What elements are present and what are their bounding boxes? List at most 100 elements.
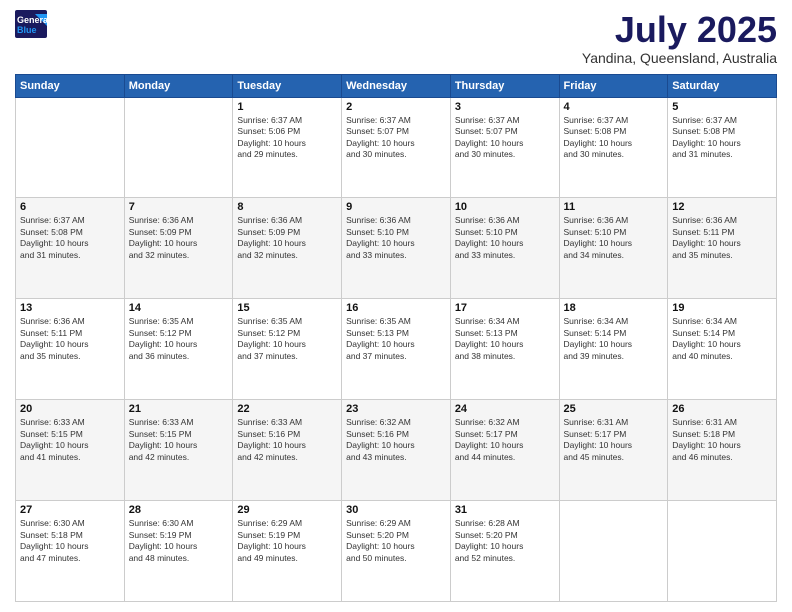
calendar-body: 1 Sunrise: 6:37 AM Sunset: 5:06 PM Daylig… xyxy=(16,97,777,601)
table-row: 1 Sunrise: 6:37 AM Sunset: 5:06 PM Daylig… xyxy=(233,97,342,198)
calendar-table: Sunday Monday Tuesday Wednesday Thursday… xyxy=(15,74,777,602)
table-row: 4 Sunrise: 6:37 AM Sunset: 5:08 PM Daylig… xyxy=(559,97,668,198)
day-content: Sunrise: 6:28 AM Sunset: 5:20 PM Dayligh… xyxy=(455,518,555,564)
day-content: Sunrise: 6:35 AM Sunset: 5:13 PM Dayligh… xyxy=(346,316,446,362)
day-content: Sunrise: 6:36 AM Sunset: 5:11 PM Dayligh… xyxy=(672,215,772,261)
day-number: 29 xyxy=(237,504,337,516)
col-monday: Monday xyxy=(124,74,233,97)
table-row: 5 Sunrise: 6:37 AM Sunset: 5:08 PM Daylig… xyxy=(668,97,777,198)
table-row: 18 Sunrise: 6:34 AM Sunset: 5:14 PM Dayli… xyxy=(559,299,668,400)
day-content: Sunrise: 6:36 AM Sunset: 5:09 PM Dayligh… xyxy=(237,215,337,261)
table-row: 13 Sunrise: 6:36 AM Sunset: 5:11 PM Dayli… xyxy=(16,299,125,400)
location-subtitle: Yandina, Queensland, Australia xyxy=(582,50,777,66)
table-row: 30Sunrise: 6:29 AM Sunset: 5:20 PM Dayli… xyxy=(342,501,451,602)
day-content: Sunrise: 6:36 AM Sunset: 5:10 PM Dayligh… xyxy=(564,215,664,261)
day-content: Sunrise: 6:37 AM Sunset: 5:08 PM Dayligh… xyxy=(20,215,120,261)
day-content: Sunrise: 6:35 AM Sunset: 5:12 PM Dayligh… xyxy=(129,316,229,362)
table-row: 25 Sunrise: 6:31 AM Sunset: 5:17 PM Dayli… xyxy=(559,400,668,501)
day-number: 25 xyxy=(564,403,664,415)
table-row: 8 Sunrise: 6:36 AM Sunset: 5:09 PM Daylig… xyxy=(233,198,342,299)
day-content: Sunrise: 6:36 AM Sunset: 5:10 PM Dayligh… xyxy=(346,215,446,261)
day-content: Sunrise: 6:36 AM Sunset: 5:11 PM Dayligh… xyxy=(20,316,120,362)
svg-text:General: General xyxy=(17,15,47,25)
table-row: 23 Sunrise: 6:32 AM Sunset: 5:16 PM Dayli… xyxy=(342,400,451,501)
table-row: 9 Sunrise: 6:36 AM Sunset: 5:10 PM Daylig… xyxy=(342,198,451,299)
table-row: 10Sunrise: 6:36 AM Sunset: 5:10 PM Dayli… xyxy=(450,198,559,299)
day-content: Sunrise: 6:37 AM Sunset: 5:08 PM Dayligh… xyxy=(564,115,664,161)
month-title: July 2025 xyxy=(582,10,777,50)
day-number: 18 xyxy=(564,302,664,314)
table-row: 27Sunrise: 6:30 AM Sunset: 5:18 PM Dayli… xyxy=(16,501,125,602)
day-content: Sunrise: 6:37 AM Sunset: 5:06 PM Dayligh… xyxy=(237,115,337,161)
calendar-week-row: 27Sunrise: 6:30 AM Sunset: 5:18 PM Dayli… xyxy=(16,501,777,602)
day-content: Sunrise: 6:31 AM Sunset: 5:17 PM Dayligh… xyxy=(564,417,664,463)
table-row: 31 Sunrise: 6:28 AM Sunset: 5:20 PM Dayli… xyxy=(450,501,559,602)
day-content: Sunrise: 6:32 AM Sunset: 5:16 PM Dayligh… xyxy=(346,417,446,463)
day-number: 3 xyxy=(455,101,555,113)
table-row xyxy=(124,97,233,198)
table-row: 21 Sunrise: 6:33 AM Sunset: 5:15 PM Dayli… xyxy=(124,400,233,501)
day-number: 24 xyxy=(455,403,555,415)
calendar-week-row: 6Sunrise: 6:37 AM Sunset: 5:08 PM Daylig… xyxy=(16,198,777,299)
calendar-week-row: 20 Sunrise: 6:33 AM Sunset: 5:15 PM Dayli… xyxy=(16,400,777,501)
logo: General Blue xyxy=(15,10,47,38)
day-number: 1 xyxy=(237,101,337,113)
col-tuesday: Tuesday xyxy=(233,74,342,97)
day-number: 4 xyxy=(564,101,664,113)
table-row: 22 Sunrise: 6:33 AM Sunset: 5:16 PM Dayli… xyxy=(233,400,342,501)
table-row xyxy=(668,501,777,602)
table-row: 29 Sunrise: 6:29 AM Sunset: 5:19 PM Dayli… xyxy=(233,501,342,602)
day-content: Sunrise: 6:30 AM Sunset: 5:18 PM Dayligh… xyxy=(20,518,120,564)
table-row: 7Sunrise: 6:36 AM Sunset: 5:09 PM Daylig… xyxy=(124,198,233,299)
day-content: Sunrise: 6:34 AM Sunset: 5:14 PM Dayligh… xyxy=(564,316,664,362)
calendar-week-row: 1 Sunrise: 6:37 AM Sunset: 5:06 PM Daylig… xyxy=(16,97,777,198)
table-row: 26 Sunrise: 6:31 AM Sunset: 5:18 PM Dayli… xyxy=(668,400,777,501)
day-content: Sunrise: 6:33 AM Sunset: 5:15 PM Dayligh… xyxy=(129,417,229,463)
table-row: 14 Sunrise: 6:35 AM Sunset: 5:12 PM Dayli… xyxy=(124,299,233,400)
day-number: 8 xyxy=(237,201,337,213)
day-content: Sunrise: 6:33 AM Sunset: 5:16 PM Dayligh… xyxy=(237,417,337,463)
day-number: 30 xyxy=(346,504,446,516)
table-row: 17Sunrise: 6:34 AM Sunset: 5:13 PM Dayli… xyxy=(450,299,559,400)
table-row: 12 Sunrise: 6:36 AM Sunset: 5:11 PM Dayli… xyxy=(668,198,777,299)
table-row: 19Sunrise: 6:34 AM Sunset: 5:14 PM Dayli… xyxy=(668,299,777,400)
day-number: 5 xyxy=(672,101,772,113)
day-number: 7 xyxy=(129,201,229,213)
day-number: 23 xyxy=(346,403,446,415)
day-number: 28 xyxy=(129,504,229,516)
day-number: 11 xyxy=(564,201,664,213)
day-content: Sunrise: 6:32 AM Sunset: 5:17 PM Dayligh… xyxy=(455,417,555,463)
table-row: 15 Sunrise: 6:35 AM Sunset: 5:12 PM Dayli… xyxy=(233,299,342,400)
table-row: 6Sunrise: 6:37 AM Sunset: 5:08 PM Daylig… xyxy=(16,198,125,299)
day-number: 17 xyxy=(455,302,555,314)
table-row xyxy=(16,97,125,198)
day-number: 22 xyxy=(237,403,337,415)
table-row xyxy=(559,501,668,602)
day-number: 10 xyxy=(455,201,555,213)
day-number: 14 xyxy=(129,302,229,314)
day-content: Sunrise: 6:31 AM Sunset: 5:18 PM Dayligh… xyxy=(672,417,772,463)
day-content: Sunrise: 6:37 AM Sunset: 5:08 PM Dayligh… xyxy=(672,115,772,161)
day-content: Sunrise: 6:35 AM Sunset: 5:12 PM Dayligh… xyxy=(237,316,337,362)
calendar-header-row: Sunday Monday Tuesday Wednesday Thursday… xyxy=(16,74,777,97)
day-content: Sunrise: 6:37 AM Sunset: 5:07 PM Dayligh… xyxy=(346,115,446,161)
day-content: Sunrise: 6:29 AM Sunset: 5:19 PM Dayligh… xyxy=(237,518,337,564)
header: General Blue July 2025 Yandina, Queensla… xyxy=(15,10,777,66)
day-number: 15 xyxy=(237,302,337,314)
col-saturday: Saturday xyxy=(668,74,777,97)
table-row: 2 Sunrise: 6:37 AM Sunset: 5:07 PM Daylig… xyxy=(342,97,451,198)
day-number: 9 xyxy=(346,201,446,213)
day-number: 16 xyxy=(346,302,446,314)
day-number: 31 xyxy=(455,504,555,516)
day-content: Sunrise: 6:34 AM Sunset: 5:14 PM Dayligh… xyxy=(672,316,772,362)
day-number: 21 xyxy=(129,403,229,415)
day-content: Sunrise: 6:37 AM Sunset: 5:07 PM Dayligh… xyxy=(455,115,555,161)
day-number: 13 xyxy=(20,302,120,314)
day-number: 12 xyxy=(672,201,772,213)
day-number: 2 xyxy=(346,101,446,113)
day-number: 26 xyxy=(672,403,772,415)
day-content: Sunrise: 6:30 AM Sunset: 5:19 PM Dayligh… xyxy=(129,518,229,564)
logo-icon: General Blue xyxy=(15,10,47,38)
table-row: 16 Sunrise: 6:35 AM Sunset: 5:13 PM Dayli… xyxy=(342,299,451,400)
day-number: 20 xyxy=(20,403,120,415)
